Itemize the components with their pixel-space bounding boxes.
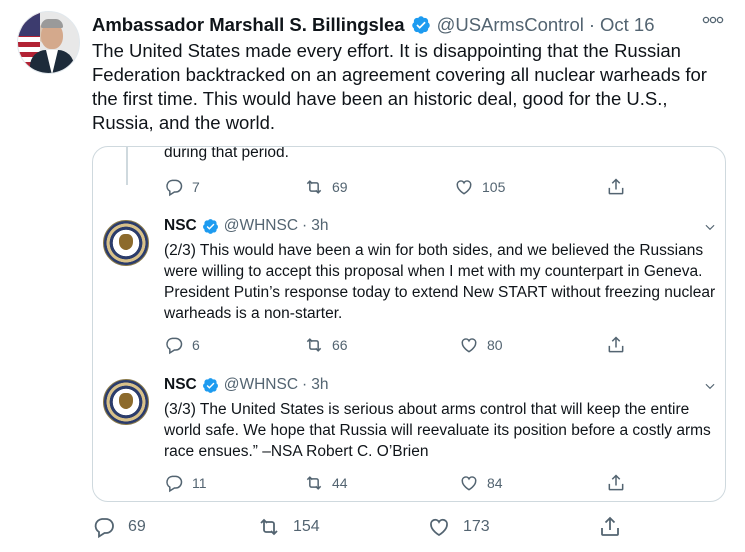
share-button[interactable]: [598, 515, 634, 539]
author-name[interactable]: Ambassador Marshall S. Billingslea: [92, 14, 405, 36]
reply-icon: [94, 518, 114, 539]
reply-icon: [166, 337, 183, 355]
reply-button[interactable]: 7: [164, 177, 200, 197]
quoted-thread-card[interactable]: during that period. 7 69 105 NSC @WHNSC …: [92, 146, 726, 502]
verified-badge-icon: [202, 377, 218, 393]
thread-tweet-text: (2/3) This would have been a win for bot…: [164, 242, 716, 322]
retweet-icon: [306, 338, 322, 352]
share-button[interactable]: [606, 473, 634, 493]
reply-button[interactable]: 69: [92, 515, 146, 539]
tweet-text: The United States made every effort. It …: [92, 40, 707, 133]
heart-icon: [456, 180, 472, 195]
reply-button[interactable]: 6: [164, 335, 200, 355]
meta-separator: ·: [302, 376, 308, 393]
retweet-button[interactable]: 66: [304, 335, 348, 355]
thread-tweet-header: NSC @WHNSC · 3h: [164, 217, 328, 235]
thread-author-handle[interactable]: @WHNSC: [224, 376, 298, 394]
thread-tweet-header: NSC @WHNSC · 3h: [164, 376, 328, 394]
more-dots-icon: [702, 16, 724, 24]
thread-line: [126, 147, 128, 185]
retweet-button[interactable]: 154: [257, 515, 320, 539]
retweet-button[interactable]: 44: [304, 473, 348, 493]
meta-separator: ·: [588, 14, 596, 35]
chevron-down-icon[interactable]: [703, 379, 717, 393]
thread-tweet-time[interactable]: 3h: [311, 217, 328, 235]
thread-tweet-text: (3/3) The United States is serious about…: [164, 401, 711, 460]
retweet-icon: [306, 180, 322, 194]
retweet-count: 66: [332, 337, 348, 353]
share-button[interactable]: [606, 177, 634, 197]
verified-badge-icon: [202, 218, 218, 234]
like-button[interactable]: 173: [427, 515, 490, 539]
like-count: 84: [487, 475, 503, 491]
verified-badge-icon: [411, 16, 430, 34]
heart-icon: [461, 476, 477, 491]
nsc-seal-avatar[interactable]: [103, 379, 149, 425]
tweet-actions: 69 154 173: [92, 515, 732, 541]
reply-count: 11: [192, 475, 207, 491]
nsc-seal-avatar[interactable]: [103, 220, 149, 266]
retweet-icon: [260, 518, 278, 536]
like-button[interactable]: 105: [454, 177, 505, 197]
author-handle[interactable]: @USArmsControl: [437, 14, 584, 36]
share-button[interactable]: [606, 335, 634, 355]
reply-count: 7: [192, 179, 200, 195]
retweet-button[interactable]: 69: [304, 177, 348, 197]
like-count: 80: [487, 337, 503, 353]
thread-author-name[interactable]: NSC: [164, 376, 197, 394]
reply-count: 69: [128, 518, 146, 535]
tweet-date[interactable]: Oct 16: [600, 14, 655, 36]
thread-author-name[interactable]: NSC: [164, 217, 197, 235]
meta-separator: ·: [302, 217, 308, 234]
share-icon: [608, 178, 624, 195]
heart-icon: [430, 518, 448, 537]
retweet-count: 69: [332, 179, 348, 195]
reply-icon: [166, 475, 183, 493]
retweet-count: 44: [332, 475, 348, 491]
chevron-down-icon[interactable]: [703, 220, 717, 234]
retweet-icon: [306, 476, 322, 490]
reply-icon: [166, 179, 183, 197]
avatar[interactable]: [17, 11, 80, 74]
share-icon: [608, 336, 624, 353]
like-count: 105: [482, 179, 506, 195]
reply-button[interactable]: 11: [164, 473, 207, 493]
share-icon: [601, 516, 619, 536]
thread-author-handle[interactable]: @WHNSC: [224, 217, 298, 235]
thread-tweet-time[interactable]: 3h: [311, 376, 328, 394]
more-options-icon[interactable]: [702, 13, 724, 31]
like-button[interactable]: 80: [459, 335, 503, 355]
partial-tweet-text: during that period.: [164, 146, 289, 161]
share-icon: [608, 474, 624, 491]
like-button[interactable]: 84: [459, 473, 503, 493]
hair-graphic: [41, 19, 63, 28]
like-count: 173: [463, 518, 490, 535]
tweet-header: Ambassador Marshall S. Billingslea @USAr…: [92, 13, 655, 37]
reply-count: 6: [192, 337, 200, 353]
retweet-count: 154: [293, 518, 320, 535]
heart-icon: [461, 338, 477, 353]
